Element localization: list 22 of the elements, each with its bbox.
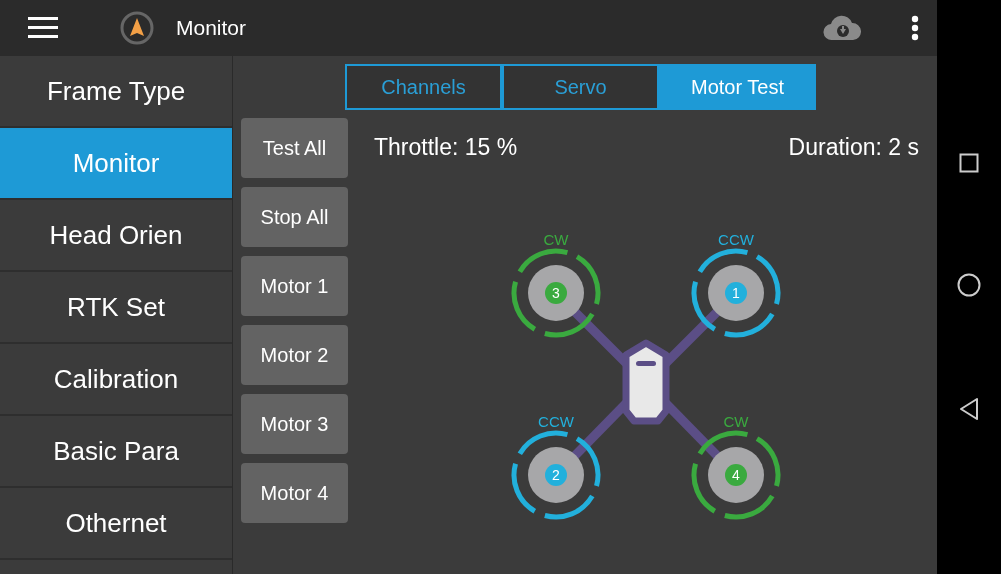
motor-test-button[interactable]: Motor 4 (241, 463, 348, 523)
rotation-label: CCW (718, 231, 754, 248)
motor-test-button[interactable]: Motor 2 (241, 325, 348, 385)
recents-icon[interactable] (959, 153, 979, 173)
tab[interactable]: Motor Test (659, 64, 816, 110)
back-icon[interactable] (959, 397, 979, 421)
motor-test-button[interactable]: Test All (241, 118, 348, 178)
motor-test-button[interactable]: Motor 1 (241, 256, 348, 316)
duration-label: Duration: 2 s (788, 134, 919, 161)
motor-test-button[interactable]: Stop All (241, 187, 348, 247)
screen-title: Monitor (176, 16, 247, 40)
cloud-download-icon[interactable] (823, 15, 861, 41)
home-icon[interactable] (957, 273, 981, 297)
tab[interactable]: Channels (345, 64, 502, 110)
compass-logo-icon (120, 11, 154, 45)
tab[interactable]: Servo (502, 64, 659, 110)
rotation-label: CW (543, 231, 569, 248)
more-options-icon[interactable] (911, 15, 919, 41)
menu-icon[interactable] (28, 17, 58, 39)
throttle-label: Throttle: 15 % (374, 134, 518, 161)
sidebar-item[interactable]: Monitor (0, 128, 232, 200)
motor-test-button[interactable]: Motor 3 (241, 394, 348, 454)
